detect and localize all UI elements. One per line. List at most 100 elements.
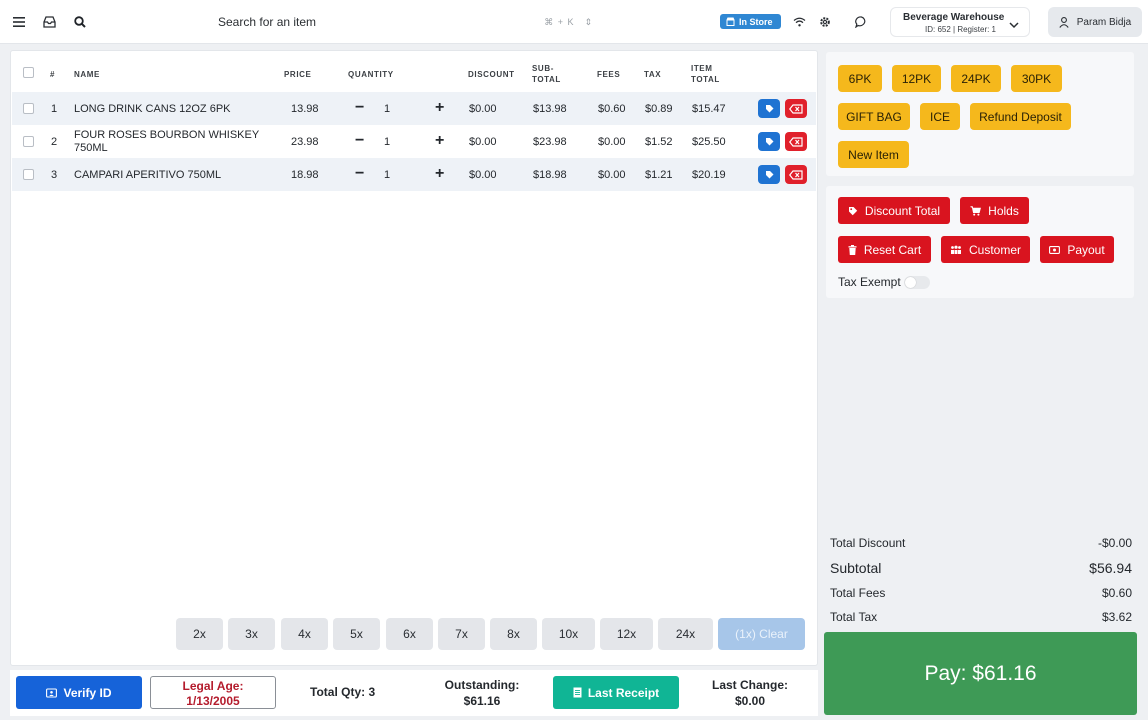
last-receipt-button[interactable]: Last Receipt — [553, 676, 679, 709]
quick-30pk-button[interactable]: 30PK — [1011, 65, 1062, 92]
in-store-label: In Store — [739, 16, 773, 27]
row-num: 2 — [51, 136, 58, 148]
minus-icon[interactable]: − — [355, 100, 364, 116]
row-checkbox[interactable] — [23, 169, 34, 180]
receipt-icon — [573, 687, 582, 698]
search-input[interactable]: Search for an item ⌘ + K ⇕ — [208, 9, 600, 35]
header-fees: FEES — [597, 70, 621, 79]
holds-button[interactable]: Holds — [960, 197, 1029, 224]
pay-button[interactable]: Pay: $61.16 — [824, 632, 1137, 715]
row-name: FOUR ROSES BOURBON WHISKEY 750ML — [74, 129, 260, 154]
quick-gift-bag-button[interactable]: GIFT BAG — [838, 103, 910, 130]
tag-icon — [765, 171, 773, 179]
legal-age-box: Legal Age: 1/13/2005 — [150, 676, 276, 709]
quick-ice-button[interactable]: ICE — [920, 103, 960, 130]
multiplier-4x[interactable]: 4x — [281, 618, 328, 650]
menu-icon[interactable] — [9, 12, 29, 32]
table-row[interactable]: 1 LONG DRINK CANS 12OZ 6PK 13.98 − 1 + $… — [12, 92, 816, 125]
tag-button[interactable] — [758, 99, 780, 118]
multiplier-12x[interactable]: 12x — [600, 618, 653, 650]
row-subtotal: $13.98 — [533, 103, 567, 115]
row-checkbox[interactable] — [23, 103, 34, 114]
row-price: 23.98 — [291, 136, 319, 148]
last-change-label: Last Change: — [711, 678, 788, 692]
total-qty: Total Qty: 3 — [310, 685, 376, 699]
delete-button[interactable] — [785, 132, 807, 151]
tag-icon — [765, 138, 773, 146]
multiplier-3x[interactable]: 3x — [228, 618, 275, 650]
multiplier-10x[interactable]: 10x — [542, 618, 595, 650]
payout-button[interactable]: Payout — [1040, 236, 1114, 263]
total-fees-label: Total Fees — [830, 586, 886, 600]
user-menu[interactable]: Param Bidja — [1048, 7, 1142, 37]
plus-icon[interactable]: + — [435, 100, 444, 116]
store-selector[interactable]: Beverage Warehouse ID: 652 | Register: 1 — [890, 7, 1030, 37]
table-row[interactable]: 2 FOUR ROSES BOURBON WHISKEY 750ML 23.98 … — [12, 125, 816, 158]
multiplier-7x[interactable]: 7x — [438, 618, 485, 650]
wifi-icon[interactable] — [789, 12, 809, 32]
row-tax: $1.21 — [645, 169, 673, 181]
row-qty[interactable]: 1 — [384, 103, 390, 116]
reset-cart-button[interactable]: Reset Cart — [838, 236, 931, 263]
new-item-button[interactable]: New Item — [838, 141, 909, 168]
multiplier-6x[interactable]: 6x — [386, 618, 433, 650]
plus-icon[interactable]: + — [435, 166, 444, 182]
header-quantity: QUANTITY — [348, 70, 394, 79]
delete-button[interactable] — [785, 99, 807, 118]
store-info: ID: 652 | Register: 1 — [925, 25, 996, 34]
multiplier-2x[interactable]: 2x — [176, 618, 223, 650]
header-item-total: ITEM TOTAL — [691, 64, 720, 84]
plus-icon[interactable]: + — [435, 133, 444, 149]
minus-icon[interactable]: − — [355, 166, 364, 182]
inbox-icon[interactable] — [39, 12, 59, 32]
backspace-icon — [789, 136, 803, 147]
user-icon — [1059, 16, 1069, 28]
tag-button[interactable] — [758, 165, 780, 184]
quick-6pk-button[interactable]: 6PK — [838, 65, 882, 92]
delete-button[interactable] — [785, 165, 807, 184]
multiplier-24x[interactable]: 24x — [658, 618, 713, 650]
row-name: LONG DRINK CANS 12OZ 6PK — [74, 103, 231, 115]
clear-multiplier-button[interactable]: (1x) Clear — [718, 618, 805, 650]
row-tax: $1.52 — [645, 136, 673, 148]
row-qty[interactable]: 1 — [384, 136, 390, 149]
row-qty[interactable]: 1 — [384, 169, 390, 182]
toggle-knob — [905, 277, 916, 288]
discount-total-button[interactable]: Discount Total — [838, 197, 950, 224]
total-tax-label: Total Tax — [830, 610, 878, 624]
row-fees: $0.60 — [598, 103, 626, 115]
row-discount: $0.00 — [469, 136, 497, 148]
refund-deposit-button[interactable]: Refund Deposit — [970, 103, 1071, 130]
users-icon — [950, 245, 961, 254]
multiplier-5x[interactable]: 5x — [333, 618, 380, 650]
subtotal-label: Subtotal — [830, 560, 882, 576]
quick-24pk-button[interactable]: 24PK — [951, 65, 1001, 92]
gear-icon[interactable] — [815, 12, 835, 32]
tax-exempt-toggle[interactable] — [904, 276, 930, 289]
row-checkbox[interactable] — [23, 136, 34, 147]
verify-id-button[interactable]: Verify ID — [16, 676, 142, 709]
table-row[interactable]: 3 CAMPARI APERITIVO 750ML 18.98 − 1 + $0… — [12, 158, 816, 191]
holds-label: Holds — [988, 203, 1019, 218]
in-store-badge[interactable]: In Store — [720, 14, 781, 29]
reset-cart-label: Reset Cart — [863, 242, 922, 257]
customer-button[interactable]: Customer — [941, 236, 1030, 263]
outstanding-label: Outstanding: — [444, 678, 520, 692]
chat-icon[interactable] — [851, 12, 871, 32]
row-num: 3 — [51, 169, 58, 181]
multiplier-8x[interactable]: 8x — [490, 618, 537, 650]
header-subtotal: SUB- TOTAL — [532, 64, 561, 84]
cart-panel: # NAME PRICE QUANTITY DISCOUNT SUB- TOTAL… — [10, 50, 818, 666]
quick-12pk-button[interactable]: 12PK — [892, 65, 941, 92]
row-price: 13.98 — [291, 103, 319, 115]
row-fees: $0.00 — [598, 169, 626, 181]
tag-button[interactable] — [758, 132, 780, 151]
search-icon[interactable] — [70, 12, 90, 32]
minus-icon[interactable]: − — [355, 133, 364, 149]
backspace-icon — [789, 169, 803, 180]
row-item-total: $15.47 — [692, 103, 726, 115]
legal-age-label: Legal Age: — [182, 679, 244, 693]
money-icon — [1049, 245, 1061, 254]
select-all-checkbox[interactable] — [23, 67, 34, 78]
total-discount-value: -$0.00 — [1097, 536, 1132, 550]
